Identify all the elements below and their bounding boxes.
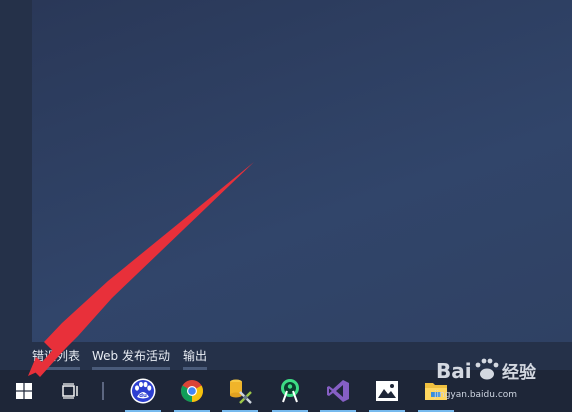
watermark-url: jingyan.baidu.com bbox=[434, 390, 518, 400]
watermark-logo: Bai 经验 bbox=[436, 358, 537, 383]
watermark-brand-left: Bai bbox=[436, 359, 472, 383]
baidu-jingyan-watermark: Bai 经验 jingyan.baidu.com bbox=[430, 350, 572, 412]
watermark-brand-right: 经验 bbox=[502, 362, 537, 383]
